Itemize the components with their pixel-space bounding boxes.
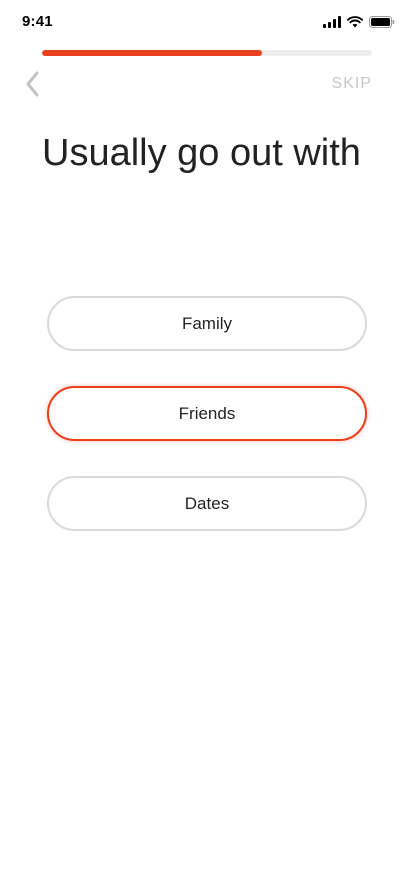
status-bar: 9:41 <box>0 0 414 44</box>
chevron-left-icon <box>26 71 39 97</box>
page-title: Usually go out with <box>42 132 361 174</box>
skip-button[interactable]: SKIP <box>332 75 372 93</box>
option-dates-button[interactable]: Dates <box>47 476 367 531</box>
back-button[interactable] <box>18 68 50 100</box>
progress-fill <box>42 50 263 56</box>
option-list: Family Friends Dates <box>47 296 367 566</box>
battery-icon <box>369 15 395 33</box>
option-friends-button[interactable]: Friends <box>47 386 367 441</box>
wifi-icon <box>346 15 364 33</box>
progress-bar <box>42 50 372 56</box>
option-family-button[interactable]: Family <box>47 296 367 351</box>
status-time: 9:41 <box>22 13 53 30</box>
status-icons <box>323 15 395 33</box>
cellular-signal-icon <box>323 15 341 33</box>
